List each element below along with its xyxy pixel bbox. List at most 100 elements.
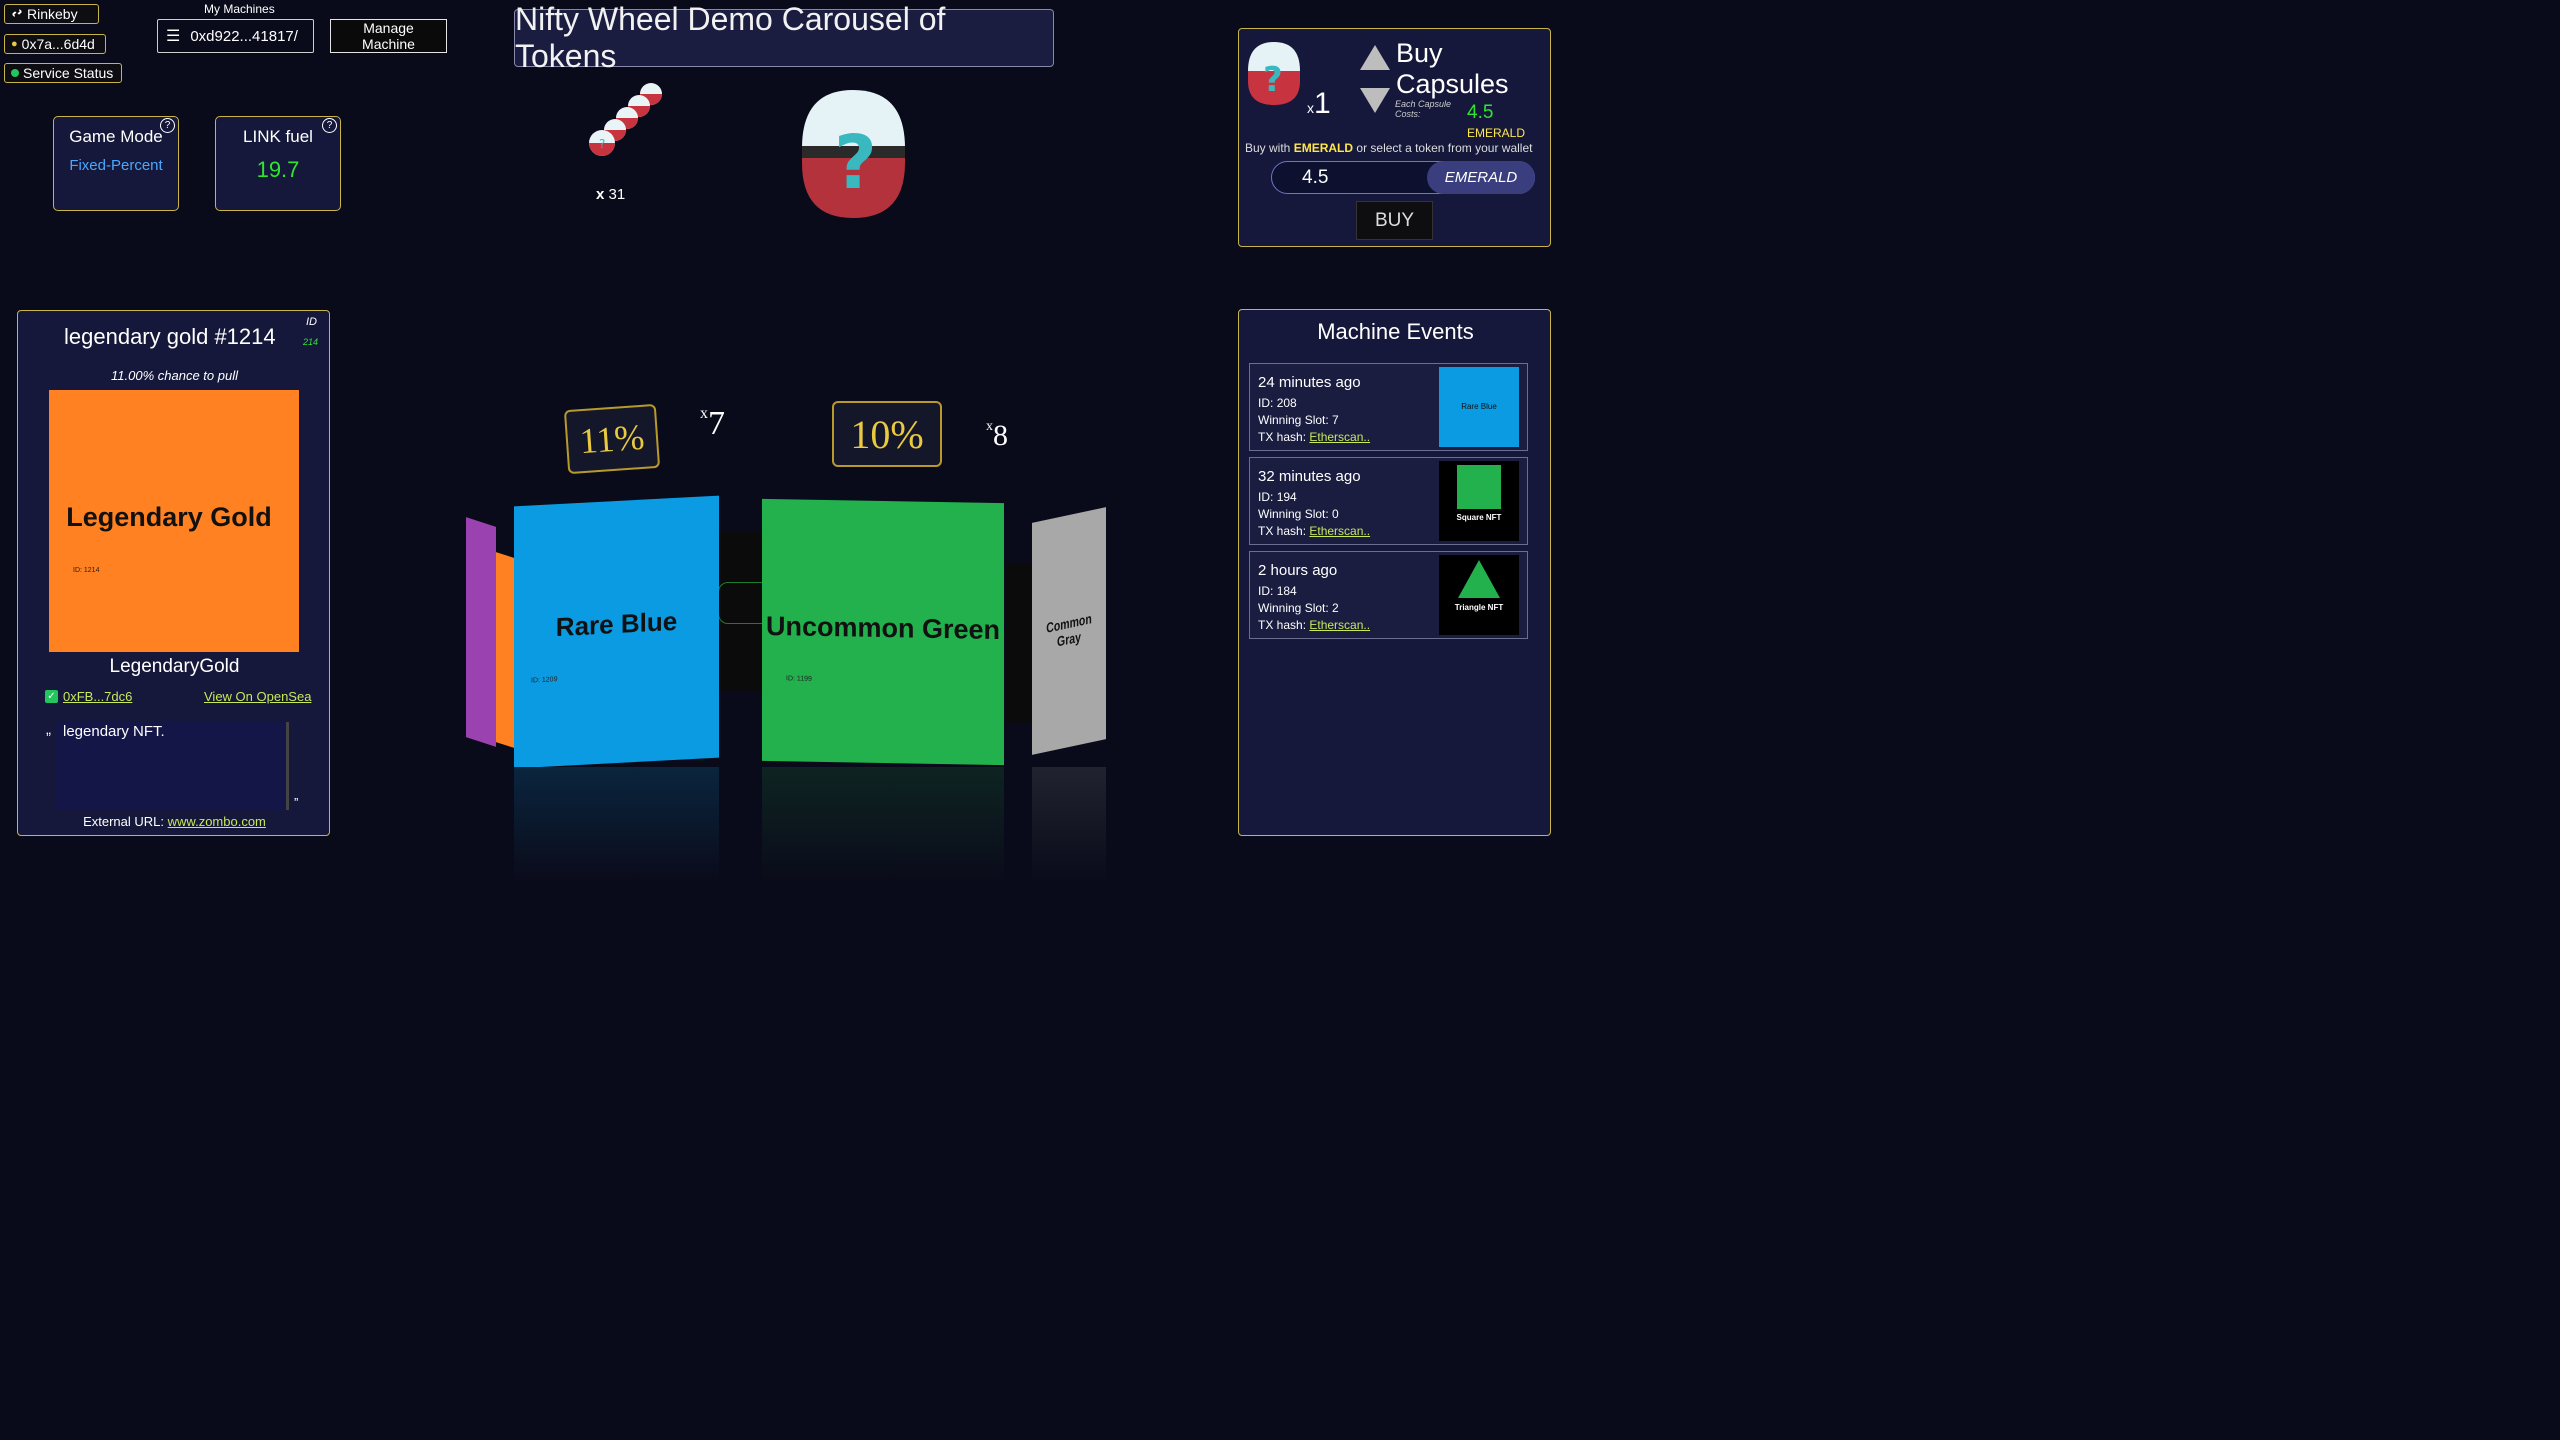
token-id-value: 214	[303, 337, 319, 347]
service-status-label: Service Status	[23, 65, 114, 81]
event-thumb: Triangle NFT	[1439, 555, 1519, 635]
wallet-address[interactable]: ● 0x7a...6d4d	[4, 34, 106, 54]
link-fuel-value: 19.7	[256, 157, 300, 182]
event-slot: Winning Slot: 7	[1258, 413, 1339, 427]
carousel-card-back	[718, 532, 770, 692]
buy-with-text: Buy with EMERALD or select a token from …	[1245, 141, 1533, 155]
etherscan-link[interactable]: Etherscan..	[1309, 524, 1370, 538]
machine-selector[interactable]: ☰ 0xd922...41817/	[157, 19, 314, 53]
menu-icon: ☰	[166, 28, 181, 45]
reflection-gray	[1032, 767, 1106, 882]
carousel-card-orange	[496, 552, 514, 748]
page-title: Nifty Wheel Demo Carousel of Tokens	[514, 1, 1054, 74]
amount-field[interactable]: 4.5 EMERALD	[1271, 161, 1535, 194]
service-status[interactable]: Service Status	[4, 63, 122, 83]
event-thumb: Square NFT	[1439, 461, 1519, 541]
owner-link[interactable]: 0xFB...7dc6	[63, 689, 132, 704]
coins-icon: ●	[11, 38, 18, 50]
token-description: legendary NFT.	[63, 723, 165, 740]
quantity-display: x1	[1307, 87, 1331, 120]
capsule-price: 4.5 EMERALD	[1467, 102, 1526, 140]
event-item[interactable]: 32 minutes ago ID: 194 Winning Slot: 0 T…	[1249, 457, 1528, 545]
card-blue-label: Rare Blue	[555, 605, 678, 643]
link-fuel-label: LINK fuel	[243, 127, 313, 146]
machine-events-panel: Machine Events 24 minutes ago ID: 208 Wi…	[1238, 309, 1551, 836]
game-mode-card: ? Game Mode Fixed-Percent	[53, 116, 179, 211]
token-title: legendary gold #1214	[64, 324, 276, 349]
event-time: 2 hours ago	[1258, 562, 1338, 579]
percent-tag-left: 11%	[563, 403, 661, 475]
currency-select-button[interactable]: EMERALD	[1427, 161, 1535, 194]
event-id: ID: 208	[1258, 396, 1297, 410]
verified-check-icon: ✓	[45, 690, 58, 703]
status-dot-icon	[11, 69, 19, 77]
network-label: Rinkeby	[27, 6, 78, 22]
wallet-address-label: 0x7a...6d4d	[21, 36, 95, 52]
token-carousel[interactable]: Rare Blue ID: 1209 Uncommon Green ID: 11…	[460, 395, 1120, 882]
card-gray-label: Common Gray	[1046, 610, 1092, 650]
carousel-card-gray[interactable]: Common Gray	[1032, 507, 1106, 755]
svg-text:?: ?	[1263, 60, 1283, 100]
card-blue-id: ID: 1209	[531, 676, 558, 685]
event-id: ID: 184	[1258, 584, 1297, 598]
reflection-green	[762, 767, 1004, 882]
my-machines-label: My Machines	[204, 2, 275, 16]
each-capsule-costs-label: Each Capsule Costs:	[1395, 99, 1452, 119]
capsule-stack-icon: ?	[585, 80, 665, 165]
capsule-thumb-icon: ?	[1247, 41, 1301, 105]
event-time: 24 minutes ago	[1258, 374, 1361, 391]
carousel-card-blue[interactable]: Rare Blue ID: 1209	[514, 495, 719, 769]
game-mode-value: Fixed-Percent	[69, 157, 163, 174]
machine-events-title: Machine Events	[1317, 319, 1474, 344]
multiplier-left: x7	[700, 405, 725, 442]
event-tx: TX hash: Etherscan..	[1258, 430, 1371, 444]
manage-machine-button[interactable]: Manage Machine	[330, 19, 447, 53]
svg-text:?: ?	[599, 137, 605, 151]
multiplier-right: x8	[986, 419, 1008, 452]
event-time: 32 minutes ago	[1258, 468, 1361, 485]
link-fuel-help-icon[interactable]: ?	[322, 118, 337, 133]
token-name: LegendaryGold	[109, 656, 240, 677]
quote-close: ”	[294, 795, 299, 810]
opensea-link[interactable]: View On OpenSea	[204, 689, 311, 704]
token-image: Legendary Gold ID: 1214	[49, 390, 299, 652]
carousel-reflection	[466, 767, 1106, 882]
triangle-shape	[1458, 560, 1500, 598]
svg-text:?: ?	[834, 120, 877, 206]
reflection-blue	[514, 767, 719, 882]
event-slot: Winning Slot: 2	[1258, 601, 1339, 615]
etherscan-link[interactable]: Etherscan..	[1309, 618, 1370, 632]
event-item[interactable]: 24 minutes ago ID: 208 Winning Slot: 7 T…	[1249, 363, 1528, 451]
etherscan-link[interactable]: Etherscan..	[1309, 430, 1370, 444]
network-selector[interactable]: Rinkeby	[4, 4, 99, 24]
token-image-id: ID: 1214	[73, 567, 100, 574]
carousel-card-green[interactable]: Uncommon Green ID: 1199	[762, 498, 1004, 766]
buy-button[interactable]: BUY	[1356, 201, 1433, 240]
pull-chance: 11.00% chance to pull	[111, 368, 238, 383]
event-slot: Winning Slot: 0	[1258, 507, 1339, 521]
event-tx: TX hash: Etherscan..	[1258, 524, 1371, 538]
buy-capsules-title: Buy Capsules	[1396, 38, 1509, 99]
game-mode-label: Game Mode	[69, 127, 163, 146]
game-mode-help-icon[interactable]: ?	[160, 118, 175, 133]
machine-address: 0xd922...41817/	[190, 27, 298, 45]
card-green-id: ID: 1199	[786, 675, 812, 683]
external-url-link[interactable]: www.zombo.com	[168, 814, 266, 829]
capsule-icon[interactable]: ?	[800, 88, 907, 218]
qty-down-icon[interactable]	[1359, 87, 1391, 120]
event-thumb: Rare Blue	[1439, 367, 1519, 447]
quote-open: „	[46, 721, 51, 738]
carousel-card-purple	[466, 517, 496, 747]
token-id-label: ID	[306, 316, 317, 328]
amount-value: 4.5	[1302, 167, 1329, 188]
token-detail-panel: legendary gold #1214 ID 214 11.00% chanc…	[17, 310, 330, 836]
qty-up-icon[interactable]	[1359, 43, 1391, 76]
link-icon	[11, 6, 23, 22]
square-shape	[1457, 465, 1501, 509]
external-url: External URL: www.zombo.com	[83, 814, 266, 829]
capsule-count: x 31	[596, 186, 626, 203]
event-id: ID: 194	[1258, 490, 1297, 504]
percent-tag-right: 10%	[832, 401, 942, 467]
event-item[interactable]: 2 hours ago ID: 184 Winning Slot: 2 TX h…	[1249, 551, 1528, 639]
card-green-label: Uncommon Green	[765, 610, 1001, 646]
